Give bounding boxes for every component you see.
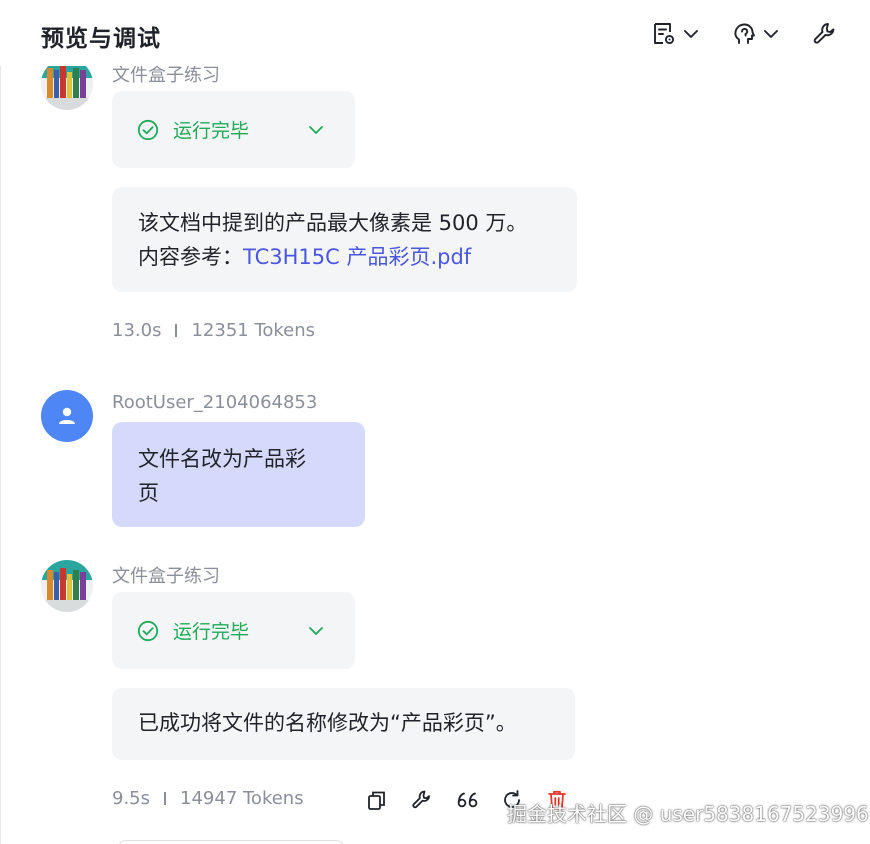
quote-button[interactable]	[456, 787, 501, 813]
response-time: 9.5s	[112, 788, 151, 809]
page-title: 预览与调试	[41, 26, 161, 52]
document-settings-icon	[654, 23, 675, 45]
token-count: 14947 Tokens	[180, 788, 304, 809]
response-meta: 9.5s 14947 Tokens	[112, 788, 304, 809]
run-status-card[interactable]: 运行完毕	[112, 91, 355, 168]
copy-button[interactable]	[366, 787, 411, 813]
debug-settings-button[interactable]	[812, 18, 838, 50]
answer-text: 已成功将文件的名称修改为“产品彩页”。	[138, 711, 517, 735]
watermark: 掘金技术社区 @ user5838167523996	[507, 802, 869, 826]
copy-icon	[368, 791, 385, 810]
bot-answer-bubble: 该文档中提到的产品最大像素是 500 万。 内容参考：TC3H15C 产品彩页.…	[112, 187, 577, 292]
model-menu-button[interactable]	[731, 18, 779, 50]
chevron-down-icon	[684, 30, 698, 38]
user-message-line: 文件名改为产品彩	[138, 447, 306, 471]
reference-label: 内容参考：	[138, 245, 243, 269]
reference-file-link[interactable]: TC3H15C 产品彩页.pdf	[243, 245, 471, 269]
panel-left-border	[0, 0, 1, 844]
bot-sender-name: 文件盒子练习	[112, 566, 220, 587]
user-message-line: 页	[138, 481, 159, 505]
head-bulb-icon	[734, 23, 755, 44]
wrench-icon	[813, 23, 835, 44]
debug-button[interactable]	[411, 787, 456, 813]
token-count: 12351 Tokens	[191, 320, 316, 341]
answer-text: 该文档中提到的产品最大像素是 500 万。	[138, 211, 528, 235]
panel-header: 预览与调试	[0, 0, 870, 66]
run-status-text: 运行完毕	[173, 621, 250, 643]
response-meta: 13.0s 12351 Tokens	[112, 320, 315, 341]
wrench-icon	[412, 790, 430, 809]
user-message-bubble: 文件名改为产品彩 页	[112, 422, 365, 527]
user-icon	[59, 407, 75, 424]
input-box-edge[interactable]	[118, 840, 344, 844]
quote-icon	[457, 792, 478, 808]
chevron-down-icon[interactable]	[308, 623, 324, 639]
reference-line: 内容参考：TC3H15C 产品彩页.pdf	[138, 240, 551, 274]
check-circle-icon	[137, 119, 159, 141]
run-status-text: 运行完毕	[173, 120, 250, 142]
check-circle-icon	[137, 620, 159, 642]
meta-separator	[164, 792, 167, 805]
user-sender-name: RootUser_2104064853	[112, 392, 318, 413]
history-menu-button[interactable]	[651, 18, 699, 50]
bot-answer-bubble: 已成功将文件的名称修改为“产品彩页”。	[112, 688, 575, 760]
bookshelf-avatar-icon	[41, 560, 93, 612]
chevron-down-icon	[764, 30, 778, 38]
bot-avatar	[41, 560, 93, 612]
response-time: 13.0s	[112, 320, 162, 341]
chevron-down-icon[interactable]	[308, 122, 324, 138]
user-avatar	[41, 390, 93, 442]
run-status-card[interactable]: 运行完毕	[112, 592, 355, 669]
meta-separator	[175, 324, 178, 337]
